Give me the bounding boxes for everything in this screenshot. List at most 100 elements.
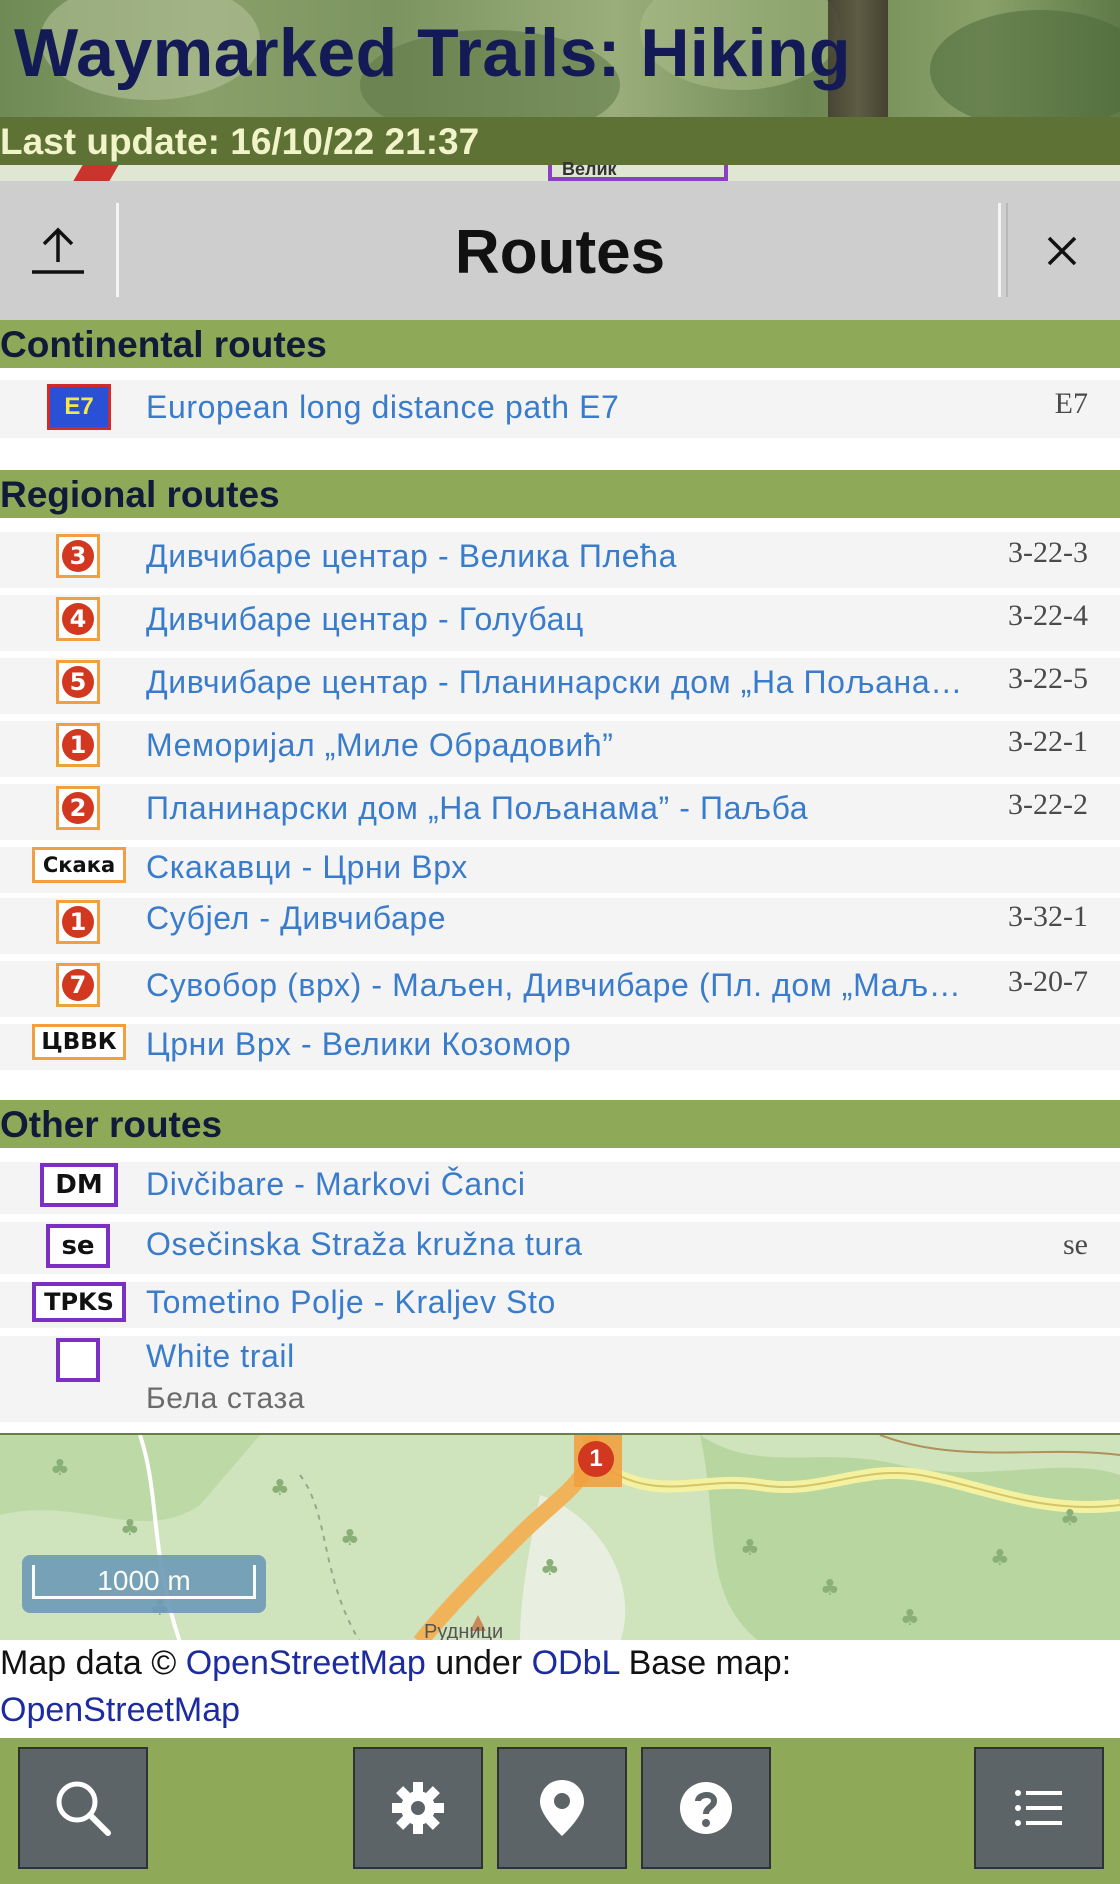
route-row[interactable]: se Osečinska Straža kružna tura se (0, 1222, 1120, 1274)
route-row[interactable]: 1 Субјел - Дивчибаре 3-32-1 (0, 898, 1120, 954)
route-name-link[interactable]: Osečinska Straža kružna tura (146, 1226, 583, 1263)
route-name-link[interactable]: Планинарски дом „На Пољанама” - Паљба (146, 790, 808, 827)
route-symbol-badge: E7 (47, 384, 111, 430)
map-scale-label: 1000 m (97, 1565, 191, 1596)
svg-text:♣: ♣ (120, 1516, 140, 1541)
svg-text:♣: ♣ (340, 1526, 360, 1551)
route-ref: E7 (1054, 387, 1088, 420)
route-name-link[interactable]: White trail (146, 1338, 295, 1375)
route-row[interactable]: ЦВВК Црни Врх - Велики Козомор (0, 1024, 1120, 1070)
panel-title: Routes (454, 218, 666, 287)
route-subtitle: Бела стаза (146, 1382, 306, 1415)
svg-text:♣: ♣ (270, 1476, 290, 1501)
route-symbol-badge: 1 (56, 723, 100, 767)
location-pin-icon (540, 1780, 584, 1836)
route-list-button[interactable] (974, 1747, 1104, 1869)
route-row[interactable]: E7 European long distance path E7 E7 (0, 380, 1120, 438)
close-button[interactable] (1010, 189, 1114, 312)
route-ref: se (1063, 1228, 1088, 1261)
bottom-toolbar (0, 1738, 1120, 1884)
route-symbol-badge: DM (40, 1163, 118, 1207)
svg-text:♣: ♣ (740, 1536, 760, 1561)
route-symbol-badge: 4 (56, 597, 100, 641)
route-symbol-badge (56, 1338, 100, 1382)
route-symbol-badge: 5 (56, 660, 100, 704)
routes-panel-header: Routes (0, 181, 1120, 321)
route-row[interactable]: White trail Бела стаза (0, 1336, 1120, 1422)
map-scale: 1000 m (22, 1555, 266, 1613)
route-symbol-badge: Скака (32, 847, 126, 883)
map-route-marker[interactable]: 1 (578, 1441, 614, 1477)
settings-button[interactable] (353, 1747, 483, 1869)
app-header: Waymarked Trails: Hiking (0, 0, 1120, 117)
route-name-link[interactable]: Дивчибаре центар - Велика Плећа (146, 538, 677, 575)
list-icon (1015, 1790, 1062, 1826)
route-symbol-badge: 2 (56, 786, 100, 830)
route-ref: 3-22-3 (1008, 536, 1088, 569)
route-row[interactable]: Скака Скакавци - Црни Врх (0, 847, 1120, 893)
gear-icon (392, 1782, 444, 1834)
route-row[interactable]: 2 Планинарски дом „На Пољанама” - Паљба … (0, 784, 1120, 840)
route-name-link[interactable]: Divčibare - Markovi Čanci (146, 1166, 526, 1203)
app-title: Waymarked Trails: Hiking (14, 15, 852, 91)
attribution-text: Map data © (0, 1644, 186, 1682)
route-symbol-badge: TPKS (32, 1282, 126, 1322)
section-continental: Continental routes (0, 320, 1120, 368)
map-place-label: Рудници (424, 1621, 504, 1642)
svg-text:♣: ♣ (540, 1556, 560, 1581)
route-ref: 3-22-5 (1008, 662, 1088, 695)
route-row[interactable]: 3 Дивчибаре центар - Велика Плећа 3-22-3 (0, 532, 1120, 588)
route-ref: 3-20-7 (1008, 965, 1088, 998)
route-name-link[interactable]: Дивчибаре центар - Голубац (146, 601, 584, 638)
route-name-link[interactable]: Црни Врх - Велики Козомор (146, 1026, 571, 1063)
route-symbol-badge: 3 (56, 534, 100, 578)
route-row[interactable]: 1 Меморијал „Миле Обрадовић” 3-22-1 (0, 721, 1120, 777)
svg-text:♣: ♣ (50, 1456, 70, 1481)
last-update-text: Last update: 16/10/22 21:37 (0, 121, 480, 162)
route-name-link[interactable]: Субјел - Дивчибаре (146, 900, 446, 937)
route-symbol-badge: 7 (56, 963, 100, 1007)
help-button[interactable] (641, 1747, 771, 1869)
map-attribution: Map data © OpenStreetMap under ODbL Base… (0, 1640, 1120, 1738)
route-row[interactable]: DM Divčibare - Markovi Čanci (0, 1162, 1120, 1214)
section-other: Other routes (0, 1100, 1120, 1148)
search-button[interactable] (18, 1747, 148, 1869)
map-label: Велик (562, 159, 617, 179)
route-row[interactable]: 7 Сувобор (врх) - Маљен, Дивчибаре (Пл. … (0, 961, 1120, 1017)
base-map-link[interactable]: OpenStreetMap (0, 1691, 240, 1729)
route-ref: 3-32-1 (1008, 900, 1088, 933)
route-ref: 3-22-1 (1008, 725, 1088, 758)
route-name-link[interactable]: Скакавци - Црни Врх (146, 849, 468, 886)
svg-text:♣: ♣ (900, 1606, 920, 1631)
attribution-text: under (425, 1644, 532, 1682)
search-icon (56, 1781, 111, 1836)
odbl-link[interactable]: ODbL (532, 1644, 620, 1682)
section-title: Continental routes (0, 324, 327, 365)
section-regional: Regional routes (0, 470, 1120, 518)
route-ref: 3-22-2 (1008, 788, 1088, 821)
attribution-text: Base map: (619, 1644, 792, 1682)
route-name-link[interactable]: Tometino Polje - Kraljev Sto (146, 1284, 556, 1321)
close-icon (1047, 236, 1077, 265)
route-name-link[interactable]: Меморијал „Миле Обрадовић” (146, 727, 614, 764)
svg-text:♣: ♣ (820, 1576, 840, 1601)
map-background-strip: Велик (0, 159, 1120, 181)
svg-text:♣: ♣ (990, 1546, 1010, 1571)
route-symbol-badge: ЦВВК (32, 1024, 126, 1060)
route-name-link[interactable]: Дивчибаре центар - Планинарски дом „На П… (146, 664, 976, 701)
route-name-link[interactable]: Сувобор (врх) - Маљен, Дивчибаре (Пл. до… (146, 967, 976, 1004)
map-view[interactable]: ♣♣♣ ♣♣♣ ♣♣♣ ♣♣ 1 Рудници 1000 m (0, 1433, 1120, 1642)
last-update-bar: Last update: 16/10/22 21:37 (0, 117, 1120, 165)
location-button[interactable] (497, 1747, 627, 1869)
route-name-link[interactable]: European long distance path E7 (146, 389, 619, 426)
section-title: Regional routes (0, 474, 280, 515)
openstreetmap-link[interactable]: OpenStreetMap (186, 1644, 426, 1682)
route-symbol-badge: se (46, 1224, 110, 1268)
help-icon (680, 1782, 732, 1834)
svg-text:♣: ♣ (1060, 1506, 1080, 1531)
route-row[interactable]: 5 Дивчибаре центар - Планинарски дом „На… (0, 658, 1120, 714)
route-symbol-badge: 1 (56, 900, 100, 944)
route-row[interactable]: TPKS Tometino Polje - Kraljev Sto (0, 1282, 1120, 1328)
section-title: Other routes (0, 1104, 223, 1145)
route-row[interactable]: 4 Дивчибаре центар - Голубац 3-22-4 (0, 595, 1120, 651)
